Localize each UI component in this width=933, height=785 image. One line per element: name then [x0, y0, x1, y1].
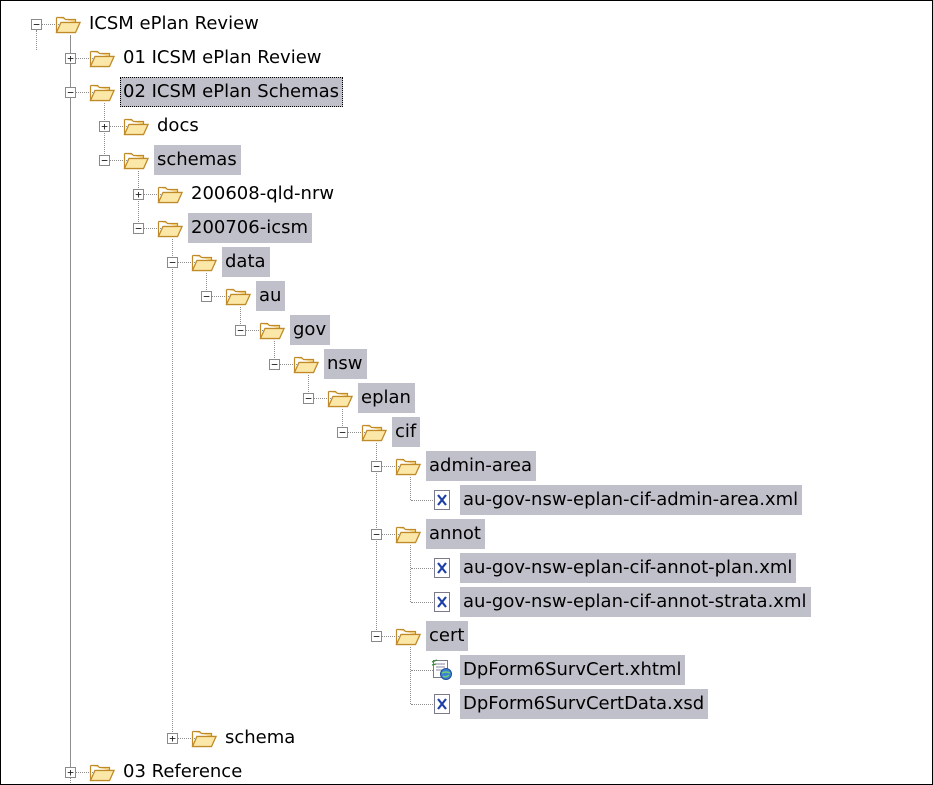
expand-plus-icon[interactable]: +: [167, 733, 178, 744]
tree-panel: − ICSM ePlan Review +01 ICSM ePlan Review −…: [0, 0, 933, 785]
tree-file-label[interactable]: au-gov-nsw-eplan-cif-admin-area.xml: [460, 485, 803, 515]
expand-plus-icon[interactable]: +: [65, 767, 76, 778]
tree-folder-label[interactable]: 200706-icsm: [188, 213, 313, 243]
open-folder-icon: [89, 81, 115, 103]
collapse-minus-icon[interactable]: −: [371, 461, 382, 472]
open-folder-icon: [395, 625, 421, 647]
tree-guide-line: [36, 30, 37, 50]
collapse-minus-icon[interactable]: −: [303, 393, 314, 404]
collapse-minus-icon[interactable]: −: [31, 19, 42, 30]
tree-folder-label[interactable]: schemas: [154, 145, 241, 175]
collapse-minus-icon[interactable]: −: [201, 291, 212, 302]
tree-guide-line: [410, 477, 411, 500]
tree-file-label[interactable]: DpForm6SurvCert.xhtml: [460, 655, 686, 685]
tree-folder-label[interactable]: 01 ICSM ePlan Review: [120, 43, 326, 73]
tree-folder-label[interactable]: ICSM ePlan Review: [86, 9, 263, 39]
collapse-minus-icon[interactable]: −: [371, 631, 382, 642]
collapse-minus-icon[interactable]: −: [235, 325, 246, 336]
xml-file-icon: [429, 557, 455, 579]
open-folder-icon: [259, 319, 285, 341]
tree-guide-line: [70, 35, 71, 784]
tree-file-label[interactable]: au-gov-nsw-eplan-cif-annot-strata.xml: [460, 587, 811, 617]
tree-folder-label[interactable]: admin-area: [426, 451, 537, 481]
expand-plus-icon[interactable]: +: [99, 121, 110, 132]
tree-guide-line: [172, 239, 173, 738]
xhtml-file-icon: [429, 659, 455, 681]
tree-file-label[interactable]: au-gov-nsw-eplan-cif-annot-plan.xml: [460, 553, 797, 583]
collapse-minus-icon[interactable]: −: [167, 257, 178, 268]
tree-file-label[interactable]: DpForm6SurvCertData.xsd: [460, 689, 709, 719]
tree-folder-label[interactable]: cif: [392, 417, 421, 447]
project-tree: − ICSM ePlan Review +01 ICSM ePlan Review −…: [1, 1, 932, 784]
open-folder-icon: [395, 455, 421, 477]
tree-folder-label[interactable]: schema: [222, 723, 299, 753]
tree-guide-line: [410, 647, 411, 704]
open-folder-icon: [123, 115, 149, 137]
tree-folder-label[interactable]: 200608-qld-nrw: [188, 179, 338, 209]
collapse-minus-icon[interactable]: −: [65, 87, 76, 98]
collapse-minus-icon[interactable]: −: [337, 427, 348, 438]
open-folder-icon: [225, 285, 251, 307]
collapse-minus-icon[interactable]: −: [371, 529, 382, 540]
tree-folder-label[interactable]: cert: [426, 621, 469, 651]
open-folder-icon: [123, 149, 149, 171]
open-folder-icon: [89, 761, 115, 783]
tree-folder-label[interactable]: nsw: [324, 349, 367, 379]
open-folder-icon: [327, 387, 353, 409]
tree-folder-label[interactable]: eplan: [358, 383, 415, 413]
collapse-minus-icon[interactable]: −: [99, 155, 110, 166]
tree-folder-label[interactable]: docs: [154, 111, 203, 141]
tree-folder-label[interactable]: 02 ICSM ePlan Schemas: [120, 77, 344, 107]
tree-folder-label[interactable]: gov: [290, 315, 331, 345]
open-folder-icon: [157, 217, 183, 239]
tree-folder-label[interactable]: annot: [426, 519, 485, 549]
tree-guide-line: [410, 545, 411, 602]
xml-file-icon: [429, 591, 455, 613]
open-folder-icon: [89, 47, 115, 69]
open-folder-icon: [55, 13, 81, 35]
expand-plus-icon[interactable]: +: [133, 189, 144, 200]
tree-folder-label[interactable]: 03 Reference: [120, 757, 246, 784]
open-folder-icon: [191, 727, 217, 749]
open-folder-icon: [395, 523, 421, 545]
open-folder-icon: [293, 353, 319, 375]
collapse-minus-icon[interactable]: −: [269, 359, 280, 370]
xml-file-icon: [429, 489, 455, 511]
expand-plus-icon[interactable]: +: [65, 53, 76, 64]
collapse-minus-icon[interactable]: −: [133, 223, 144, 234]
open-folder-icon: [191, 251, 217, 273]
xml-file-icon: [429, 693, 455, 715]
open-folder-icon: [361, 421, 387, 443]
tree-folder-label[interactable]: data: [222, 247, 270, 277]
tree-folder-label[interactable]: au: [256, 281, 286, 311]
open-folder-icon: [157, 183, 183, 205]
